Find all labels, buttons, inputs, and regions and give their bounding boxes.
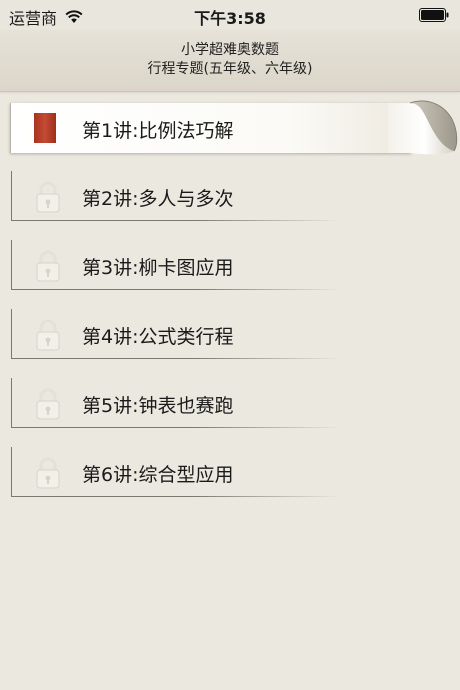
lock-icon — [36, 181, 60, 213]
lesson-item-2[interactable]: 第2讲:多人与多次 — [11, 171, 341, 221]
lesson-item-5[interactable]: 第5讲:钟表也赛跑 — [11, 378, 341, 428]
lesson-label: 第1讲:比例法巧解 — [82, 120, 234, 142]
lock-icon — [36, 457, 60, 489]
lesson-label: 第6讲:综合型应用 — [82, 464, 234, 486]
lock-icon — [36, 319, 60, 351]
page-curl-icon — [388, 100, 458, 155]
battery-icon — [419, 8, 449, 22]
lesson-item-4[interactable]: 第4讲:公式类行程 — [11, 309, 341, 359]
lesson-item-1[interactable]: 第1讲:比例法巧解 — [10, 99, 460, 157]
lock-icon — [36, 388, 60, 420]
title-line-1: 小学超难奥数题 — [181, 42, 279, 58]
lesson-label: 第5讲:钟表也赛跑 — [82, 395, 234, 417]
title-line-2: 行程专题(五年级、六年级) — [147, 61, 313, 77]
bookmark-icon — [34, 113, 56, 143]
nav-bar: 小学超难奥数题 行程专题(五年级、六年级) — [0, 30, 460, 92]
page-title: 小学超难奥数题 行程专题(五年级、六年级) — [0, 41, 460, 79]
lesson-item-6[interactable]: 第6讲:综合型应用 — [11, 447, 341, 497]
lesson-label: 第2讲:多人与多次 — [82, 188, 234, 210]
status-time: 下午3:58 — [194, 9, 266, 28]
lesson-item-3[interactable]: 第3讲:柳卡图应用 — [11, 240, 341, 290]
lesson-label: 第3讲:柳卡图应用 — [82, 257, 234, 279]
lock-icon — [36, 250, 60, 282]
lesson-label: 第4讲:公式类行程 — [82, 326, 234, 348]
status-bar: 运营商 下午3:58 — [0, 0, 460, 30]
